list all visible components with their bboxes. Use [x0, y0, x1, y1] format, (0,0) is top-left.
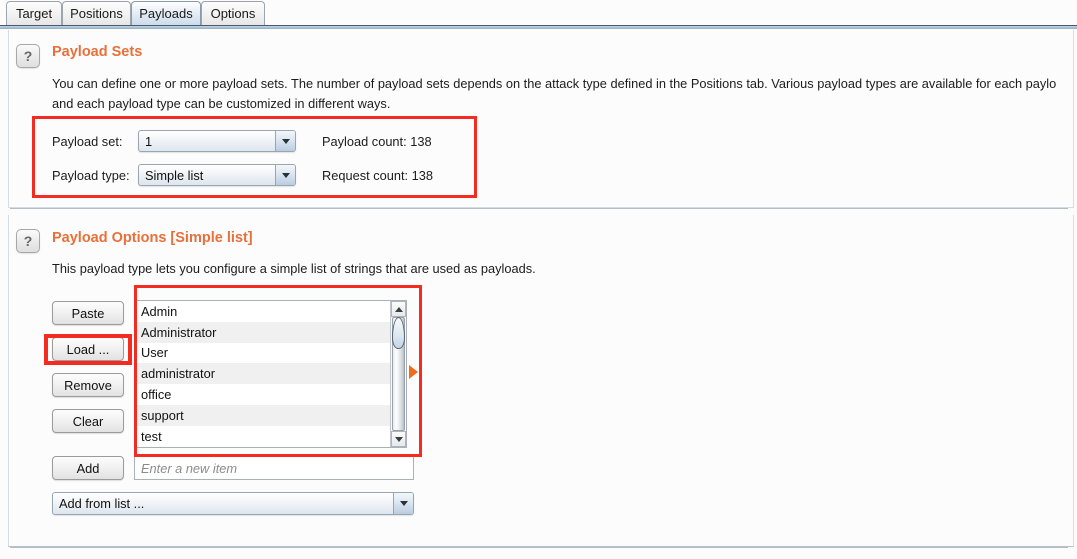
chevron-down-icon[interactable]: [275, 131, 295, 151]
list-item[interactable]: support: [135, 404, 390, 426]
payload-sets-title: Payload Sets: [52, 44, 143, 60]
payload-set-label: Payload set:: [52, 134, 123, 149]
remove-button[interactable]: Remove: [52, 373, 124, 397]
list-item[interactable]: User: [135, 342, 390, 364]
intruder-payloads-screen: Target Positions Payloads Options ? Payl…: [0, 0, 1077, 559]
payload-list-scrollbar[interactable]: [390, 301, 406, 447]
scroll-down-icon[interactable]: [391, 431, 406, 447]
new-item-input[interactable]: [134, 456, 414, 480]
add-from-list-value: Add from list ...: [59, 496, 145, 511]
scrollbar-thumb[interactable]: [392, 317, 405, 431]
list-item[interactable]: test: [135, 425, 390, 447]
orange-marker-triangle-icon: [409, 365, 418, 379]
load-button[interactable]: Load ...: [52, 337, 124, 361]
tab-options[interactable]: Options: [201, 1, 265, 25]
load-button-label: Load ...: [66, 341, 110, 357]
chevron-down-icon[interactable]: [393, 493, 413, 514]
payload-count: Payload count: 138: [322, 134, 432, 149]
footer-divider: [10, 547, 1068, 548]
tab-payloads-label: Payloads: [139, 6, 193, 21]
tab-target[interactable]: Target: [6, 1, 62, 25]
paste-button[interactable]: Paste: [52, 301, 124, 325]
list-item[interactable]: Admin: [135, 301, 390, 322]
request-count: Request count: 138: [322, 168, 433, 183]
add-button-label: Add: [76, 460, 100, 476]
tab-options-label: Options: [210, 6, 256, 21]
section-divider: [10, 208, 1068, 209]
payload-type-value: Simple list: [145, 167, 204, 183]
payload-options-description: This payload type lets you configure a s…: [52, 261, 536, 276]
payload-list-items: Admin Administrator User administrator o…: [135, 301, 390, 447]
payload-options-title: Payload Options [Simple list]: [52, 230, 253, 246]
add-from-list-select[interactable]: Add from list ...: [52, 492, 414, 515]
payload-list[interactable]: Admin Administrator User administrator o…: [134, 300, 407, 448]
question-mark-icon[interactable]: ?: [16, 229, 40, 253]
tab-underline: [0, 25, 1077, 29]
payload-sets-description-line1: You can define one or more payload sets.…: [52, 76, 1057, 91]
clear-button[interactable]: Clear: [52, 409, 124, 433]
chevron-down-icon[interactable]: [275, 165, 295, 185]
tab-bar: Target Positions Payloads Options: [0, 0, 1077, 26]
paste-button-label: Paste: [71, 305, 105, 321]
list-item[interactable]: Administrator: [135, 321, 390, 343]
payload-type-label: Payload type:: [52, 168, 130, 183]
tab-positions-label: Positions: [70, 6, 123, 21]
payload-type-select[interactable]: Simple list: [138, 164, 296, 186]
scroll-up-icon[interactable]: [391, 301, 406, 317]
list-item[interactable]: office: [135, 384, 390, 405]
payload-sets-description-line2: and each payload type can be customized …: [52, 96, 391, 111]
tab-positions[interactable]: Positions: [62, 1, 131, 25]
list-item[interactable]: administrator: [135, 363, 390, 385]
tab-target-label: Target: [15, 6, 53, 21]
clear-button-label: Clear: [72, 413, 104, 429]
payload-set-value: 1: [145, 133, 153, 149]
question-mark-icon[interactable]: ?: [16, 44, 40, 68]
payload-set-select[interactable]: 1: [138, 130, 296, 152]
scrollbar-track[interactable]: [391, 317, 406, 431]
remove-button-label: Remove: [64, 377, 112, 393]
add-button[interactable]: Add: [52, 456, 124, 480]
tab-payloads[interactable]: Payloads: [131, 1, 201, 25]
